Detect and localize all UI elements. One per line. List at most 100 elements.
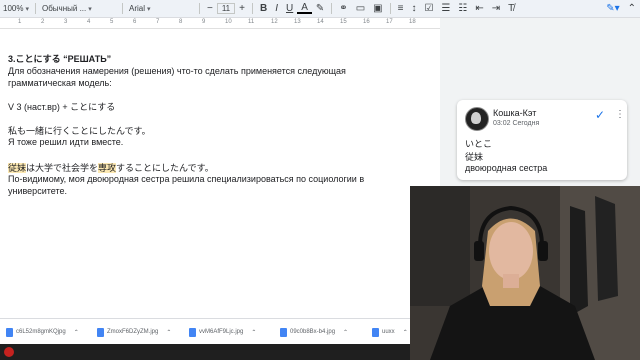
toolbar-divider (121, 3, 123, 14)
font-value: Arial (128, 4, 145, 13)
image-file-icon (280, 327, 287, 337)
chevron-up-icon[interactable]: ⌃ (343, 329, 348, 336)
comment-line-2: 従妹 (465, 152, 484, 162)
font-size-value: 11 (221, 4, 231, 13)
ruler-tick-label: 7 (156, 19, 160, 25)
ruler-tick-label: 4 (87, 19, 91, 25)
ruler-tick-label: 18 (409, 19, 416, 25)
font-size-decrease-button[interactable]: − (203, 0, 217, 17)
text-color-button[interactable]: A (297, 2, 312, 14)
ruler-tick-label: 2 (41, 19, 45, 25)
ruler-tick-label: 8 (179, 19, 183, 25)
line-spacing-icon[interactable]: ↕ (407, 0, 420, 17)
example-1-russian: Я тоже решил идти вместе. (8, 137, 124, 147)
style-select[interactable]: Обычный ... (39, 0, 119, 17)
font-size-input[interactable]: 11 (216, 3, 236, 14)
collapse-toolbar-icon[interactable]: ⌃ (624, 0, 640, 17)
intro-line-2: грамматическая модель: (8, 78, 112, 88)
download-item[interactable]: 09c0b8Bx-b4.jpg ⌃ (280, 326, 348, 338)
comment-timestamp: 03:02 Сегодня (493, 120, 540, 127)
highlight-pen-icon[interactable]: ✎ (312, 0, 328, 17)
more-options-icon[interactable]: ⋮ (615, 109, 625, 120)
decrease-indent-icon[interactable]: ⇤ (471, 0, 487, 17)
add-comment-icon[interactable]: ▭ (352, 0, 369, 17)
image-file-icon (97, 327, 104, 337)
example-2-text-b: することにしたんです。 (116, 163, 214, 173)
ruler-tick-label: 13 (294, 19, 301, 25)
chevron-up-icon[interactable]: ⌃ (251, 329, 256, 336)
ruler-tick-label: 1 (18, 19, 22, 25)
chevron-up-icon[interactable]: ⌃ (403, 329, 408, 336)
horizontal-ruler: 1 2 3 4 5 6 7 8 9 10 11 12 13 14 15 16 17 18 (0, 18, 440, 29)
webcam-overlay (410, 186, 640, 360)
grammar-pattern: V 3 (наст.вр) + ことにする (8, 102, 116, 112)
zoom-select[interactable]: 100% (0, 0, 32, 17)
ruler-tick-label: 14 (317, 19, 324, 25)
checklist-icon[interactable]: ☑ (420, 0, 437, 17)
insert-image-icon[interactable]: ▣ (369, 0, 386, 17)
ruler-tick-label: 10 (225, 19, 232, 25)
bold-button[interactable]: B (256, 0, 271, 17)
underline-label: U (286, 3, 294, 14)
avatar (465, 107, 489, 131)
ruler-tick-label: 9 (202, 19, 206, 25)
toolbar-divider (389, 3, 391, 14)
text-color-label: A (301, 2, 308, 13)
comment-author: Кошка-Кэт (493, 108, 537, 118)
intro-line-1: Для обозначения намерения (решения) что-… (8, 66, 346, 76)
ruler-tick-label: 5 (110, 19, 114, 25)
example-2-text-a: は大学で社会学を (26, 163, 99, 173)
webcam-image (410, 186, 640, 360)
increase-indent-icon[interactable]: ⇥ (488, 0, 504, 17)
download-filename: ZmoxF6DZyZM.jpg (107, 329, 159, 335)
style-value: Обычный ... (41, 4, 87, 13)
editing-mode-pencil-icon[interactable]: ✎▾ (602, 0, 623, 17)
download-item[interactable]: vvM6AfF9Ljc.jpg ⌃ (189, 326, 256, 338)
image-file-icon (6, 327, 13, 337)
comment-card[interactable]: Кошка-Кэт 03:02 Сегодня ✓ ⋮ いとこ 従妹 двоюр… (457, 100, 627, 180)
ruler-tick-label: 3 (64, 19, 68, 25)
link-icon[interactable]: ⚭ (335, 0, 351, 17)
underline-button[interactable]: U (282, 0, 297, 17)
example-2-russian-line-2: университете. (8, 186, 67, 196)
bulleted-list-icon[interactable]: ☰ (437, 0, 454, 17)
example-2-russian-line-1: По-видимому, моя двоюродная сестра решил… (8, 174, 365, 184)
ruler-tick-label: 6 (133, 19, 137, 25)
ruler-tick-label: 12 (271, 19, 278, 25)
clear-formatting-icon[interactable]: T̸ (504, 0, 518, 17)
download-item[interactable]: uuxx ⌃ (372, 326, 408, 338)
document-page[interactable]: 3.ことにする “РЕШАТЬ” Для обозначения намерен… (0, 29, 440, 318)
highlighted-word-major[interactable]: 専攻 (98, 163, 117, 173)
section-heading: 3.ことにする “РЕШАТЬ” (8, 54, 112, 64)
resolve-check-icon[interactable]: ✓ (595, 108, 605, 122)
font-size-increase-button[interactable]: + (235, 0, 249, 17)
download-item[interactable]: ZmoxF6DZyZM.jpg ⌃ (97, 326, 171, 338)
ruler-tick-label: 17 (386, 19, 393, 25)
align-left-icon[interactable]: ≡ (394, 0, 408, 17)
comment-line-1: いとこ (465, 139, 493, 149)
image-file-icon (189, 327, 196, 337)
start-icon[interactable] (4, 347, 14, 357)
example-2-japanese: 従妹は大学で社会学を専攻することにしたんです。 (8, 161, 214, 174)
download-filename: uuxx (382, 329, 395, 335)
toolbar-divider (198, 3, 200, 14)
ruler-tick-label: 11 (248, 19, 255, 25)
download-filename: c6L52m8gmKQjpg (16, 329, 66, 335)
font-select[interactable]: Arial (126, 0, 196, 17)
ruler-tick-label: 16 (363, 19, 370, 25)
chevron-up-icon[interactable]: ⌃ (74, 329, 79, 336)
italic-button[interactable]: I (271, 0, 282, 17)
formatting-toolbar: 100% Обычный ... Arial − 11 + B I U A ✎ … (0, 0, 640, 18)
zoom-value: 100% (3, 4, 24, 13)
chevron-up-icon[interactable]: ⌃ (166, 329, 171, 336)
highlighted-word-cousin[interactable]: 従妹 (8, 163, 27, 173)
bold-label: B (259, 3, 268, 14)
comment-line-3: двоюродная сестра (465, 163, 548, 173)
example-1-japanese: 私も一緒に行くことにしたんです。 (8, 126, 151, 136)
italic-label: I (275, 3, 278, 14)
download-filename: 09c0b8Bx-b4.jpg (290, 329, 336, 335)
download-item[interactable]: c6L52m8gmKQjpg ⌃ (6, 326, 79, 338)
toolbar-divider (331, 3, 333, 14)
image-file-icon (372, 327, 379, 337)
numbered-list-icon[interactable]: ☷ (454, 0, 471, 17)
